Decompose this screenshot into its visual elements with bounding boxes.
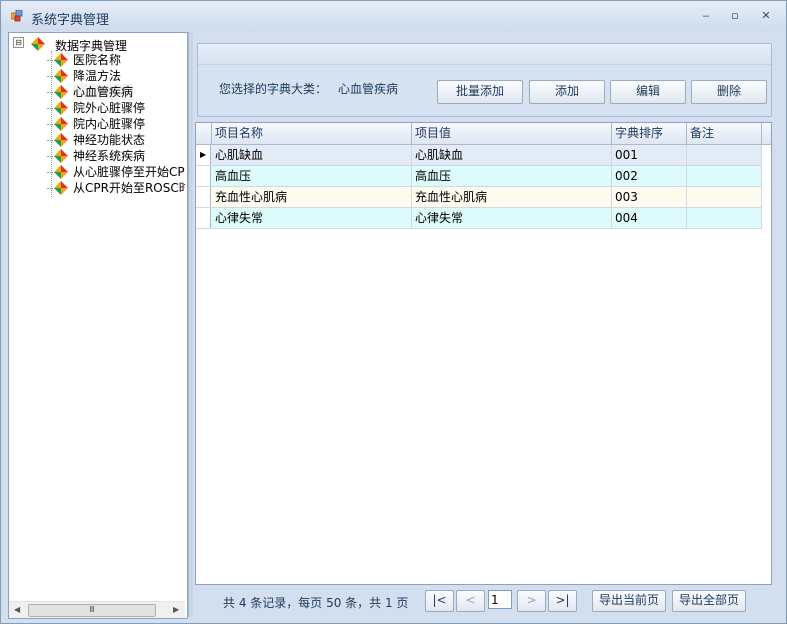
dictionary-tree[interactable]: ⊟ 数据字典管理 医院名称降温方法 心血管疾病 院外心脏骤停 院内心脏骤停 神经功能状态… [8, 32, 188, 619]
cell-note[interactable] [687, 187, 762, 207]
cell-name[interactable]: 心律失常 [212, 208, 412, 228]
dictionary-grid[interactable]: 项目名称 项目值 字典排序 备注 ▶ 心肌缺血 心肌缺血 001 高血压 高血压 002 充血… [195, 122, 772, 585]
row-header-corner [196, 123, 212, 144]
pager-summary: 共 4 条记录，每页 50 条，共 1 页 [223, 596, 409, 610]
tree-connector [47, 60, 53, 61]
dictionary-item-icon [54, 85, 68, 99]
app-icon [11, 10, 23, 22]
last-page-button[interactable]: >| [548, 590, 577, 612]
delete-button[interactable]: 删除 [691, 80, 767, 104]
first-page-button[interactable]: |< [425, 590, 454, 612]
dictionary-item-icon [54, 165, 68, 179]
table-row[interactable]: 充血性心肌病 充血性心肌病 003 [196, 187, 762, 208]
page-number-input[interactable]: 1 [488, 590, 512, 609]
batch-add-button[interactable]: 批量添加 [437, 80, 523, 104]
row-header[interactable] [196, 187, 211, 207]
column-header-value[interactable]: 项目值 [412, 123, 612, 144]
tree-node-label: 神经功能状态 [73, 133, 146, 147]
panel-band [198, 44, 771, 65]
column-header-note[interactable]: 备注 [687, 123, 762, 144]
tree-node-label: 神经系统疾病 [73, 149, 146, 163]
panel-splitter[interactable] [188, 32, 193, 617]
table-row[interactable]: 心律失常 心律失常 004 [196, 208, 762, 229]
row-header[interactable]: ▶ [196, 145, 211, 165]
tree-node-label: 从CPR开始至ROSC时间 [73, 181, 185, 195]
dictionary-item-icon [54, 101, 68, 115]
dictionary-item-icon [54, 69, 68, 83]
tree-connector [47, 172, 53, 173]
row-header[interactable] [196, 166, 211, 186]
tree-connector [47, 92, 53, 93]
dictionary-item-icon [54, 117, 68, 131]
dictionary-item-icon [54, 133, 68, 147]
tree-node-label: 院内心脏骤停 [73, 117, 146, 131]
tree-node-label: 从心脏骤停至开始CPR [73, 165, 185, 179]
tree-connector [47, 140, 53, 141]
scroll-thumb[interactable]: Ⅲ [28, 604, 156, 617]
tree-connector [47, 76, 53, 77]
cell-note[interactable] [687, 145, 762, 165]
cell-name[interactable]: 充血性心肌病 [212, 187, 412, 207]
cell-note[interactable] [687, 208, 762, 228]
tree-node-label: 心血管疾病 [73, 84, 134, 100]
table-row[interactable]: ▶ 心肌缺血 心肌缺血 001 [196, 145, 762, 166]
row-header[interactable] [196, 208, 211, 228]
column-header-order[interactable]: 字典排序 [612, 123, 687, 144]
dictionary-item-icon [54, 53, 68, 67]
next-page-button[interactable]: > [517, 590, 546, 612]
cell-value[interactable]: 心律失常 [412, 208, 612, 228]
scroll-right-icon[interactable]: ▶ [173, 605, 179, 614]
cell-note[interactable] [687, 166, 762, 186]
current-row-icon: ▶ [200, 150, 207, 159]
cell-name[interactable]: 高血压 [212, 166, 412, 186]
tree-connector [47, 124, 53, 125]
cell-name[interactable]: 心肌缺血 [212, 145, 412, 165]
category-value: 心血管疾病 [338, 82, 399, 96]
dictionary-icon [31, 36, 45, 51]
dictionary-item-icon [54, 181, 68, 195]
cell-order[interactable]: 002 [612, 166, 687, 186]
grid-header: 项目名称 项目值 字典排序 备注 [196, 123, 771, 145]
column-header-name[interactable]: 项目名称 [212, 123, 412, 144]
maximize-button[interactable]: ▫ [726, 9, 744, 23]
category-panel: 您选择的字典大类： 心血管疾病 批量添加 添加 编辑 删除 [197, 43, 772, 117]
cell-value[interactable]: 高血压 [412, 166, 612, 186]
title-bar[interactable]: 系统字典管理 ‒ ▫ ✕ [1, 1, 786, 31]
export-current-page-button[interactable]: 导出当前页 [592, 590, 666, 612]
tree-connector [47, 108, 53, 109]
cell-order[interactable]: 004 [612, 208, 687, 228]
tree-connector [47, 188, 53, 189]
scroll-left-icon[interactable]: ◀ [14, 605, 20, 614]
table-row[interactable]: 高血压 高血压 002 [196, 166, 762, 187]
dictionary-item-icon [54, 149, 68, 163]
tree-horizontal-scrollbar[interactable]: ◀ Ⅲ ▶ [9, 601, 185, 618]
cell-order[interactable]: 003 [612, 187, 687, 207]
tree-node-label: 院外心脏骤停 [73, 101, 146, 115]
tree-node-label: 医院名称 [73, 53, 122, 67]
cell-value[interactable]: 充血性心肌病 [412, 187, 612, 207]
tree-connector [47, 156, 53, 157]
edit-button[interactable]: 编辑 [610, 80, 686, 104]
cell-value[interactable]: 心肌缺血 [412, 145, 612, 165]
minimize-button[interactable]: ‒ [697, 9, 715, 23]
add-button[interactable]: 添加 [529, 80, 605, 104]
tree-node-label: 降温方法 [73, 69, 122, 83]
dictionary-window: 系统字典管理 ‒ ▫ ✕ ⊟ 数据字典管理 医院名称 降温方法 心血管疾病 院外心脏骤… [0, 0, 787, 624]
category-label: 您选择的字典大类： [219, 82, 328, 96]
collapse-icon[interactable]: ⊟ [13, 37, 24, 48]
tree-root-node[interactable]: 数据字典管理 [31, 36, 127, 53]
window-title: 系统字典管理 [31, 13, 110, 28]
export-all-pages-button[interactable]: 导出全部页 [672, 590, 746, 612]
cell-order[interactable]: 001 [612, 145, 687, 165]
close-button[interactable]: ✕ [757, 9, 775, 23]
prev-page-button[interactable]: < [456, 590, 485, 612]
